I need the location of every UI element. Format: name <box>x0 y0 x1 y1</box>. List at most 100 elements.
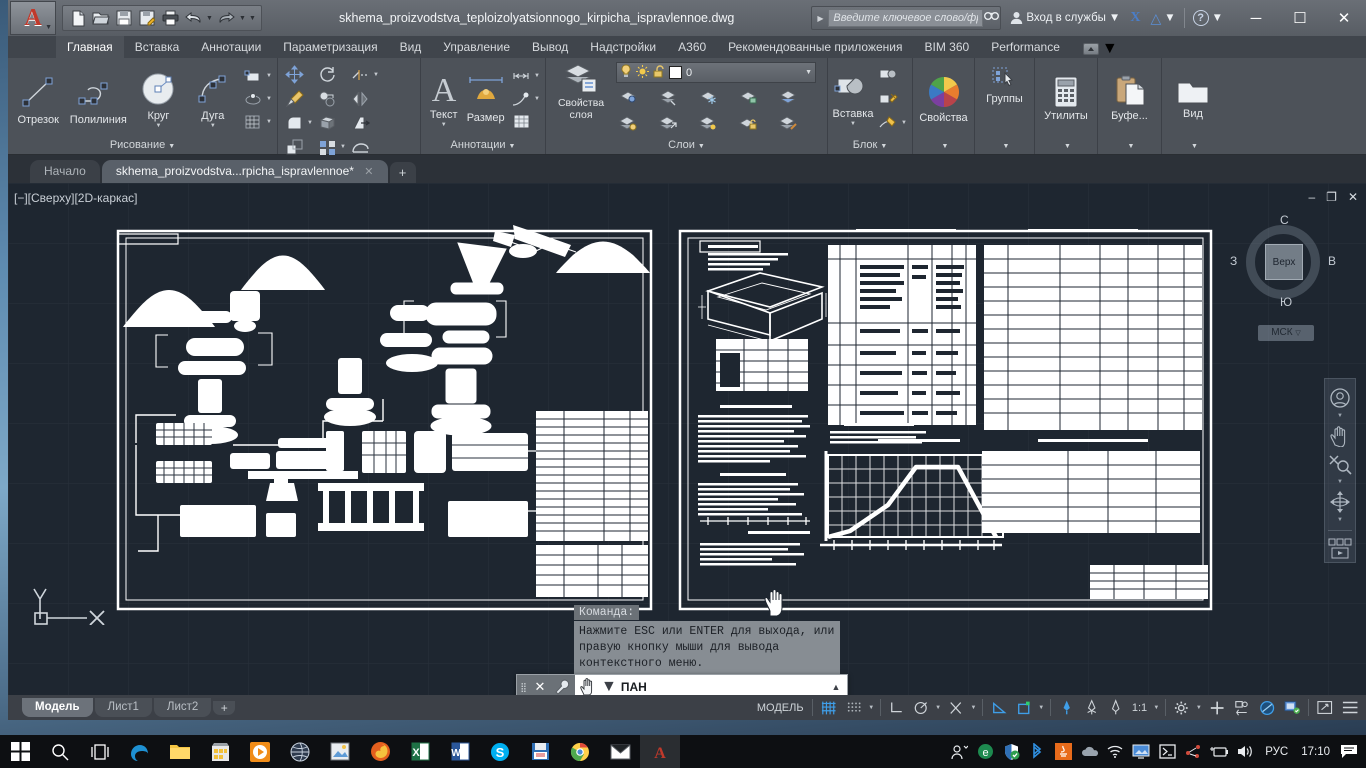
clock[interactable]: 17:10 <box>1295 746 1336 758</box>
redo-icon[interactable] <box>215 8 237 28</box>
chevron-down-icon[interactable]: ▼ <box>441 122 447 128</box>
steering-wheel-icon[interactable] <box>1326 385 1354 411</box>
tab-model[interactable]: Модель <box>22 698 93 717</box>
create-block-icon[interactable] <box>876 63 900 86</box>
tab-annotate[interactable]: Аннотации <box>190 36 272 58</box>
autodesk-menu-button[interactable]: △ ▼ <box>1145 5 1180 31</box>
sign-in-button[interactable]: Вход в службы ▼ <box>1005 5 1125 31</box>
file-explorer-icon[interactable] <box>160 735 200 768</box>
compass-west-label[interactable]: З <box>1230 254 1237 268</box>
command-expand-icon[interactable]: ▲ <box>825 682 847 692</box>
chevron-down-icon[interactable]: ▼ <box>850 121 856 127</box>
disk-icon[interactable] <box>520 735 560 768</box>
command-input[interactable]: ПАН <box>617 680 825 694</box>
chevron-down-icon[interactable]: ▼ <box>1164 12 1175 24</box>
chevron-down-icon[interactable]: ▼ <box>210 123 216 129</box>
security-shield-icon[interactable] <box>998 735 1024 768</box>
model-space-button[interactable]: МОДЕЛЬ <box>752 697 808 718</box>
ucs-selector[interactable]: МСК ▽ <box>1258 325 1314 341</box>
view-cube-top-face[interactable]: Верх <box>1265 244 1303 280</box>
panel-annotation-title[interactable]: Аннотации ▼ <box>421 136 545 154</box>
workspace-gear-icon[interactable] <box>1170 697 1193 718</box>
search-input[interactable] <box>828 9 984 27</box>
open-file-icon[interactable] <box>90 8 112 28</box>
layer-isolate-icon[interactable] <box>616 86 640 109</box>
tab-a360[interactable]: A360 <box>667 36 717 58</box>
battery-plug-icon[interactable] <box>1206 735 1232 768</box>
tab-insert[interactable]: Вставка <box>124 36 191 58</box>
chevron-down-icon[interactable]: ▼ <box>900 120 908 126</box>
help-button[interactable]: ? ▼ <box>1188 5 1228 31</box>
print-icon[interactable] <box>159 8 181 28</box>
chevron-down-icon[interactable]: ▼ <box>265 96 273 102</box>
search-icon[interactable] <box>983 9 1000 28</box>
mirror-icon[interactable] <box>348 87 372 110</box>
browser-icon[interactable] <box>280 735 320 768</box>
lineweight-icon[interactable] <box>1055 697 1078 718</box>
compass-south-label[interactable]: Ю <box>1280 295 1292 309</box>
lightbulb-icon[interactable] <box>620 64 632 81</box>
workspace-dropdown-icon[interactable]: ▼ <box>1194 705 1204 711</box>
define-attributes-icon[interactable] <box>876 111 900 134</box>
tab-bim360[interactable]: BIM 360 <box>914 36 981 58</box>
chevron-down-icon[interactable]: ▼ <box>1337 413 1343 421</box>
edge-tray-icon[interactable]: e <box>972 735 998 768</box>
store-icon[interactable] <box>200 735 240 768</box>
angle-constraint-icon[interactable] <box>987 697 1010 718</box>
onedrive-icon[interactable] <box>1076 735 1102 768</box>
chevron-down-icon[interactable]: ▼ <box>372 72 380 78</box>
firefox-icon[interactable] <box>360 735 400 768</box>
media-player-icon[interactable] <box>240 735 280 768</box>
chevron-down-icon[interactable]: ▼ <box>1102 40 1118 58</box>
language-indicator[interactable]: РУС <box>1258 746 1295 758</box>
groups-button[interactable]: Группы <box>979 66 1030 105</box>
text-button[interactable]: A Текст ▼ <box>425 70 462 128</box>
insert-block-button[interactable]: Вставка ▼ <box>832 71 874 127</box>
layer-unlock-icon[interactable] <box>737 112 761 135</box>
chevron-down-icon[interactable]: ▼ <box>1109 12 1120 24</box>
polyline-button[interactable]: Полилиния <box>66 71 130 126</box>
chevron-down-icon[interactable]: ▼ <box>1212 12 1223 24</box>
polar-dropdown-icon[interactable]: ▼ <box>933 705 943 711</box>
notifications-icon[interactable] <box>1336 735 1362 768</box>
trim-icon[interactable] <box>348 63 372 86</box>
tab-addins[interactable]: Надстройки <box>579 36 667 58</box>
chevron-right-icon[interactable]: ▶ <box>812 14 828 23</box>
leader-icon[interactable] <box>509 87 533 110</box>
object-snap-tracking-icon[interactable] <box>1012 697 1035 718</box>
new-tab-button[interactable]: + <box>389 162 416 183</box>
tab-manage[interactable]: Управление <box>432 36 521 58</box>
undo-dropdown-icon[interactable]: ▼ <box>205 15 214 22</box>
selection-cycling-icon[interactable] <box>1104 697 1127 718</box>
mail-icon[interactable] <box>600 735 640 768</box>
table-icon[interactable] <box>509 110 533 133</box>
new-file-icon[interactable] <box>67 8 89 28</box>
showmotion-icon[interactable] <box>1326 536 1354 562</box>
viewport-minimize-icon[interactable]: – <box>1308 190 1315 204</box>
layer-lock-icon[interactable] <box>737 86 761 109</box>
graphics-performance-icon[interactable] <box>1255 697 1279 718</box>
chevron-down-icon[interactable]: ▼ <box>265 73 273 79</box>
view-cube[interactable]: Верх С Ю З В МСК ▽ <box>1228 213 1338 341</box>
viewport-restore-icon[interactable]: ❐ <box>1326 190 1337 204</box>
console-icon[interactable] <box>1154 735 1180 768</box>
panel-clipboard-expand[interactable]: ▼ <box>1098 136 1161 154</box>
wifi-icon[interactable] <box>1102 735 1128 768</box>
java-icon[interactable] <box>1050 735 1076 768</box>
tab-featured-apps[interactable]: Рекомендованные приложения <box>717 36 913 58</box>
save-as-icon[interactable] <box>136 8 158 28</box>
tab-layout2[interactable]: Лист2 <box>153 698 212 717</box>
word-icon[interactable]: W <box>440 735 480 768</box>
tab-output[interactable]: Вывод <box>521 36 579 58</box>
chevron-down-icon[interactable]: ▼ <box>805 69 812 76</box>
close-icon[interactable]: ✕ <box>364 166 373 178</box>
chevron-down-icon[interactable]: ▼ <box>265 119 273 125</box>
display-icon[interactable] <box>1128 735 1154 768</box>
customization-menu-icon[interactable] <box>1338 697 1362 718</box>
bluetooth-icon[interactable] <box>1024 735 1050 768</box>
annotation-scale-value[interactable]: 1:1 <box>1129 697 1151 718</box>
object-snap-icon[interactable] <box>944 697 967 718</box>
skype-icon[interactable]: S <box>480 735 520 768</box>
chevron-down-icon[interactable]: ▼ <box>1337 517 1343 525</box>
utilities-button[interactable]: Утилиты <box>1039 75 1093 122</box>
